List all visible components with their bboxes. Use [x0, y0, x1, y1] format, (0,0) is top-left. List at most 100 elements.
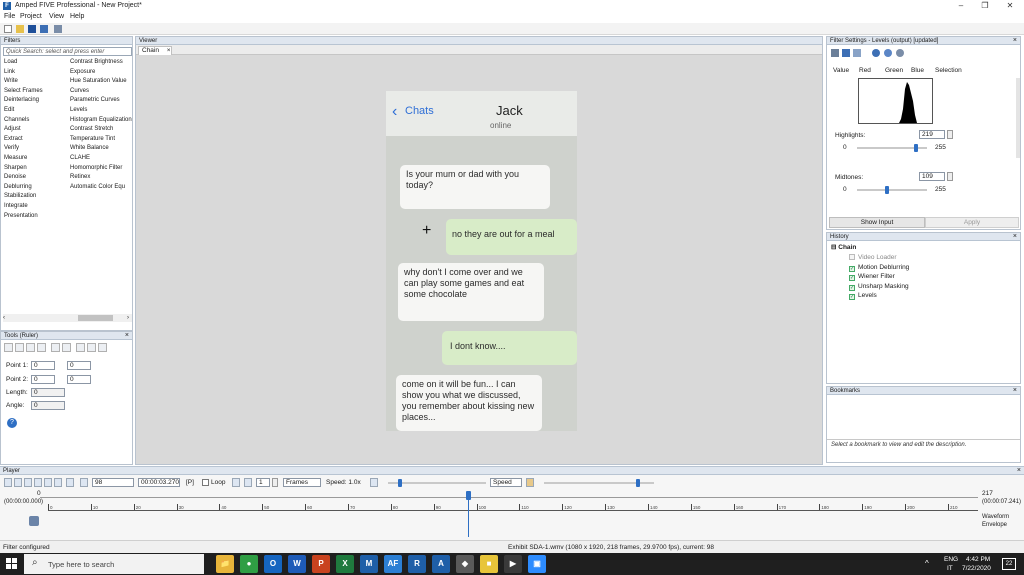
locale-indicator[interactable]: IT — [947, 565, 953, 572]
settings-icon-3[interactable] — [853, 49, 861, 57]
menu-project[interactable]: Project — [20, 13, 42, 20]
tab-blue[interactable]: Blue — [911, 67, 924, 74]
filter-item[interactable]: Parametric Curves — [70, 96, 132, 106]
export-icon[interactable] — [54, 25, 62, 33]
point1-y-input[interactable]: 0 — [67, 361, 91, 370]
highlights-slider-thumb[interactable] — [913, 144, 918, 152]
menu-help[interactable]: Help — [70, 13, 84, 20]
filter-search-input[interactable]: Quick Search: select and press enter — [3, 47, 132, 56]
volume-slider[interactable] — [544, 479, 654, 487]
close-bookmarks-icon[interactable]: × — [1013, 387, 1017, 395]
filter-item[interactable]: Histogram Equalization — [70, 116, 132, 126]
unit-select[interactable]: Frames — [283, 478, 321, 487]
close-history-icon[interactable]: × — [1013, 233, 1017, 241]
next-frame-button[interactable] — [44, 478, 52, 487]
highlights-slider[interactable] — [857, 144, 927, 152]
history-item[interactable]: ✓ Motion Deblurring — [849, 263, 909, 273]
filter-item[interactable]: Hue Saturation Value — [70, 77, 132, 87]
filter-category[interactable]: Channels — [4, 116, 43, 126]
filter-category[interactable]: Write — [4, 77, 43, 87]
audio-button[interactable] — [526, 478, 534, 487]
close-player-icon[interactable]: × — [1017, 467, 1021, 475]
filter-category[interactable]: Load — [4, 58, 43, 68]
speed-slider-thumb[interactable] — [398, 479, 402, 487]
excel-icon[interactable]: X — [336, 555, 354, 573]
history-item[interactable]: ✓ Wiener Filter — [849, 272, 909, 282]
app-icon-5[interactable]: ◆ — [456, 555, 474, 573]
scroll-left-icon[interactable]: ‹ — [3, 315, 5, 321]
menu-view[interactable]: View — [49, 13, 64, 20]
clock-date[interactable]: 7/22/2020 — [962, 565, 991, 572]
maximize-button[interactable]: ❐ — [974, 0, 996, 12]
timeline-ruler[interactable]: 0 10 20 30 40 50 60 70 80 90 100 110 120 130 140 150 160… — [48, 497, 978, 537]
forward-icon[interactable] — [896, 49, 904, 57]
word-icon[interactable]: W — [288, 555, 306, 573]
new-project-icon[interactable] — [4, 25, 12, 33]
selection-tool-icon[interactable] — [62, 343, 71, 352]
filter-item[interactable]: Temperature Tint — [70, 135, 132, 145]
show-input-button[interactable]: Show Input — [829, 217, 925, 228]
filter-category[interactable]: Deblurring — [4, 183, 43, 193]
filter-category[interactable]: Extract — [4, 135, 43, 145]
speed-slider[interactable] — [388, 479, 486, 487]
terminal-icon[interactable]: ▶ — [504, 555, 522, 573]
speed-select[interactable]: Speed — [490, 478, 522, 487]
sticky-notes-icon[interactable]: ■ — [480, 555, 498, 573]
history-item[interactable]: Video Loader — [849, 253, 909, 263]
time-input[interactable]: 00:00:03.270 — [138, 478, 180, 487]
filter-category[interactable]: Sharpen — [4, 164, 43, 174]
chrome-icon[interactable]: ● — [240, 555, 258, 573]
midtones-spinner[interactable] — [947, 172, 953, 181]
tray-up-icon[interactable]: ^ — [925, 559, 929, 568]
open-folder-icon[interactable] — [16, 25, 24, 33]
rectangle-tool-icon[interactable] — [51, 343, 60, 352]
amped-icon-4[interactable]: A — [432, 555, 450, 573]
apply-button[interactable]: Apply — [925, 217, 1019, 228]
minimize-button[interactable]: – — [950, 0, 972, 12]
stop-button[interactable] — [14, 478, 22, 487]
save-icon[interactable] — [28, 25, 36, 33]
close-tools-icon[interactable]: × — [125, 332, 129, 340]
amped-icon-1[interactable]: M — [360, 555, 378, 573]
filter-category[interactable]: Integrate — [4, 202, 43, 212]
history-checkbox[interactable]: ✓ — [849, 294, 855, 301]
clock-time[interactable]: 4:42 PM — [966, 556, 990, 563]
history-checkbox[interactable] — [849, 254, 855, 260]
filter-item[interactable]: Curves — [70, 87, 132, 97]
file-explorer-icon[interactable]: 📁 — [216, 555, 234, 573]
filter-item[interactable]: Retinex — [70, 173, 132, 183]
filter-category[interactable]: Denoise — [4, 173, 43, 183]
zoom-icon[interactable]: ▣ — [528, 555, 546, 573]
point1-x-input[interactable]: 0 — [31, 361, 55, 370]
last-frame-button[interactable] — [54, 478, 62, 487]
language-indicator[interactable]: ENG — [944, 556, 958, 563]
highlights-input[interactable]: 219 — [919, 130, 945, 139]
history-checkbox[interactable]: ✓ — [849, 284, 855, 291]
step-forward-button[interactable] — [244, 478, 252, 487]
volume-slider-thumb[interactable] — [636, 479, 640, 487]
loop-checkbox[interactable] — [202, 479, 209, 486]
tab-green[interactable]: Green — [885, 67, 903, 74]
pan-tool-icon[interactable] — [37, 343, 46, 352]
filter-category[interactable]: Verify — [4, 144, 43, 154]
reset-icon[interactable] — [884, 49, 892, 57]
filter-item[interactable]: Levels — [70, 106, 132, 116]
filters-horizontal-scrollbar[interactable]: ‹ › — [3, 314, 132, 322]
point2-x-input[interactable]: 0 — [31, 375, 55, 384]
filter-button[interactable] — [80, 478, 88, 487]
scroll-right-icon[interactable]: › — [127, 315, 129, 321]
settings-icon-1[interactable] — [831, 49, 839, 57]
outlook-icon[interactable]: O — [264, 555, 282, 573]
save-as-icon[interactable] — [40, 25, 48, 33]
settings-scrollbar[interactable] — [1016, 78, 1020, 158]
windows-start-icon[interactable] — [6, 558, 18, 570]
close-window-button[interactable]: ✕ — [999, 0, 1021, 12]
cursor-tool-icon[interactable] — [4, 343, 13, 352]
tab-close-icon[interactable]: × — [167, 47, 171, 54]
settings-icon-2[interactable] — [842, 49, 850, 57]
reset-speed-button[interactable] — [370, 478, 378, 487]
history-root[interactable]: ⊟ Chain — [831, 243, 856, 253]
filter-category[interactable]: Presentation — [4, 212, 43, 222]
zoom-tool-icon[interactable] — [15, 343, 24, 352]
filter-category[interactable]: Link — [4, 68, 43, 78]
